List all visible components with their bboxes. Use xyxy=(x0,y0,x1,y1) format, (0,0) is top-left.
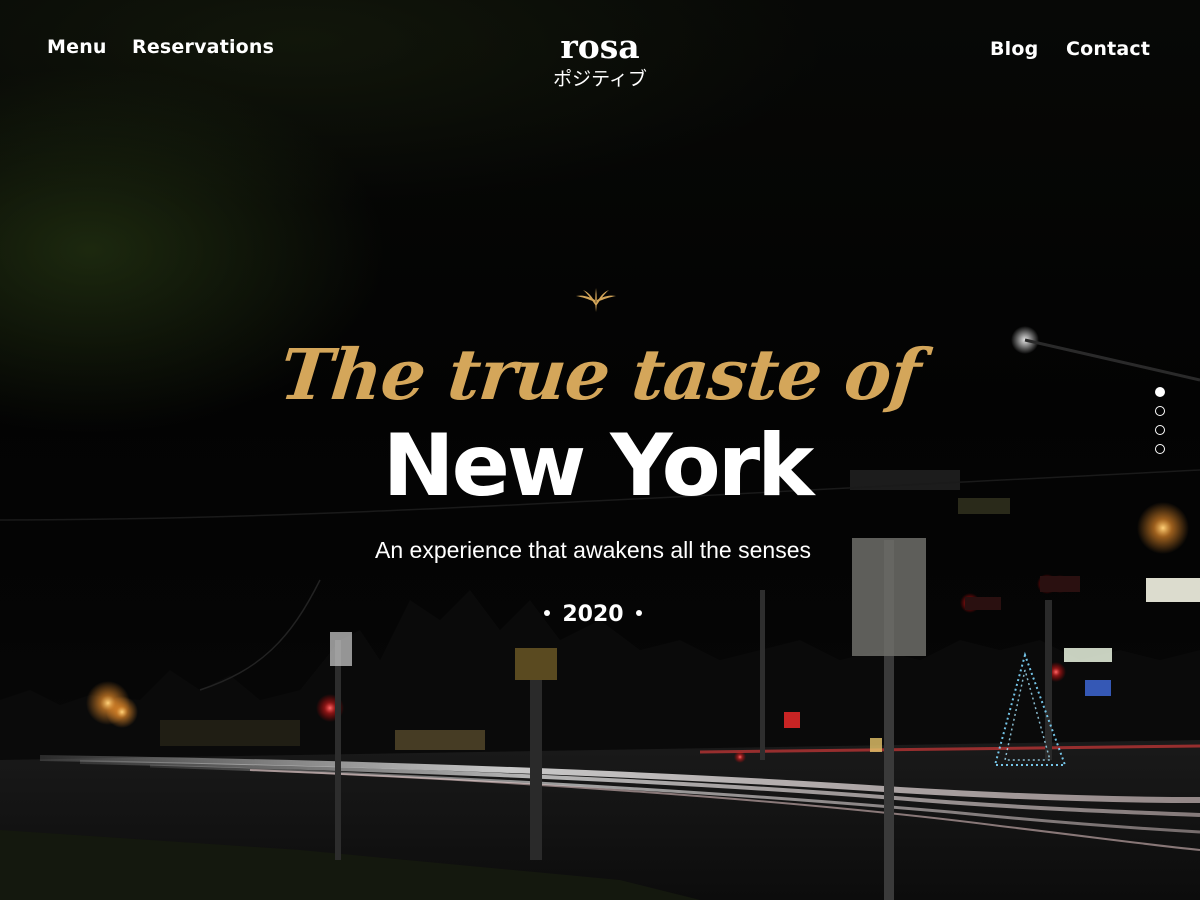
nav-link-reservations[interactable]: Reservations xyxy=(132,36,274,58)
bullet-dot-icon xyxy=(544,610,551,616)
hero-subheadline: An experience that awakens all the sense… xyxy=(375,537,811,563)
hero-year: 2020 xyxy=(0,600,1186,630)
slide-dot-1[interactable] xyxy=(1155,387,1165,397)
logo[interactable]: rosa ポジティブ xyxy=(520,30,680,92)
ornamental-flourish-icon xyxy=(576,288,616,312)
slide-dot-2[interactable] xyxy=(1155,406,1165,416)
slide-dot-4[interactable] xyxy=(1155,444,1165,454)
hero-script-tagline: The true taste of xyxy=(276,333,924,416)
nav-link-blog[interactable]: Blog xyxy=(990,38,1038,60)
nav-link-contact[interactable]: Contact xyxy=(1066,38,1150,60)
nav-link-menu[interactable]: Menu xyxy=(47,36,107,58)
logo-subtitle: ポジティブ xyxy=(553,68,647,90)
logo-wordmark: rosa xyxy=(560,27,640,66)
slider-pagination xyxy=(1155,387,1167,463)
hero-headline: New York xyxy=(382,416,815,516)
hero-section: Menu Reservations rosa ポジティブ Blog Contac… xyxy=(0,0,1200,900)
slide-dot-3[interactable] xyxy=(1155,425,1165,435)
bullet-dot-icon xyxy=(635,610,642,616)
year-text: 2020 xyxy=(562,602,624,627)
